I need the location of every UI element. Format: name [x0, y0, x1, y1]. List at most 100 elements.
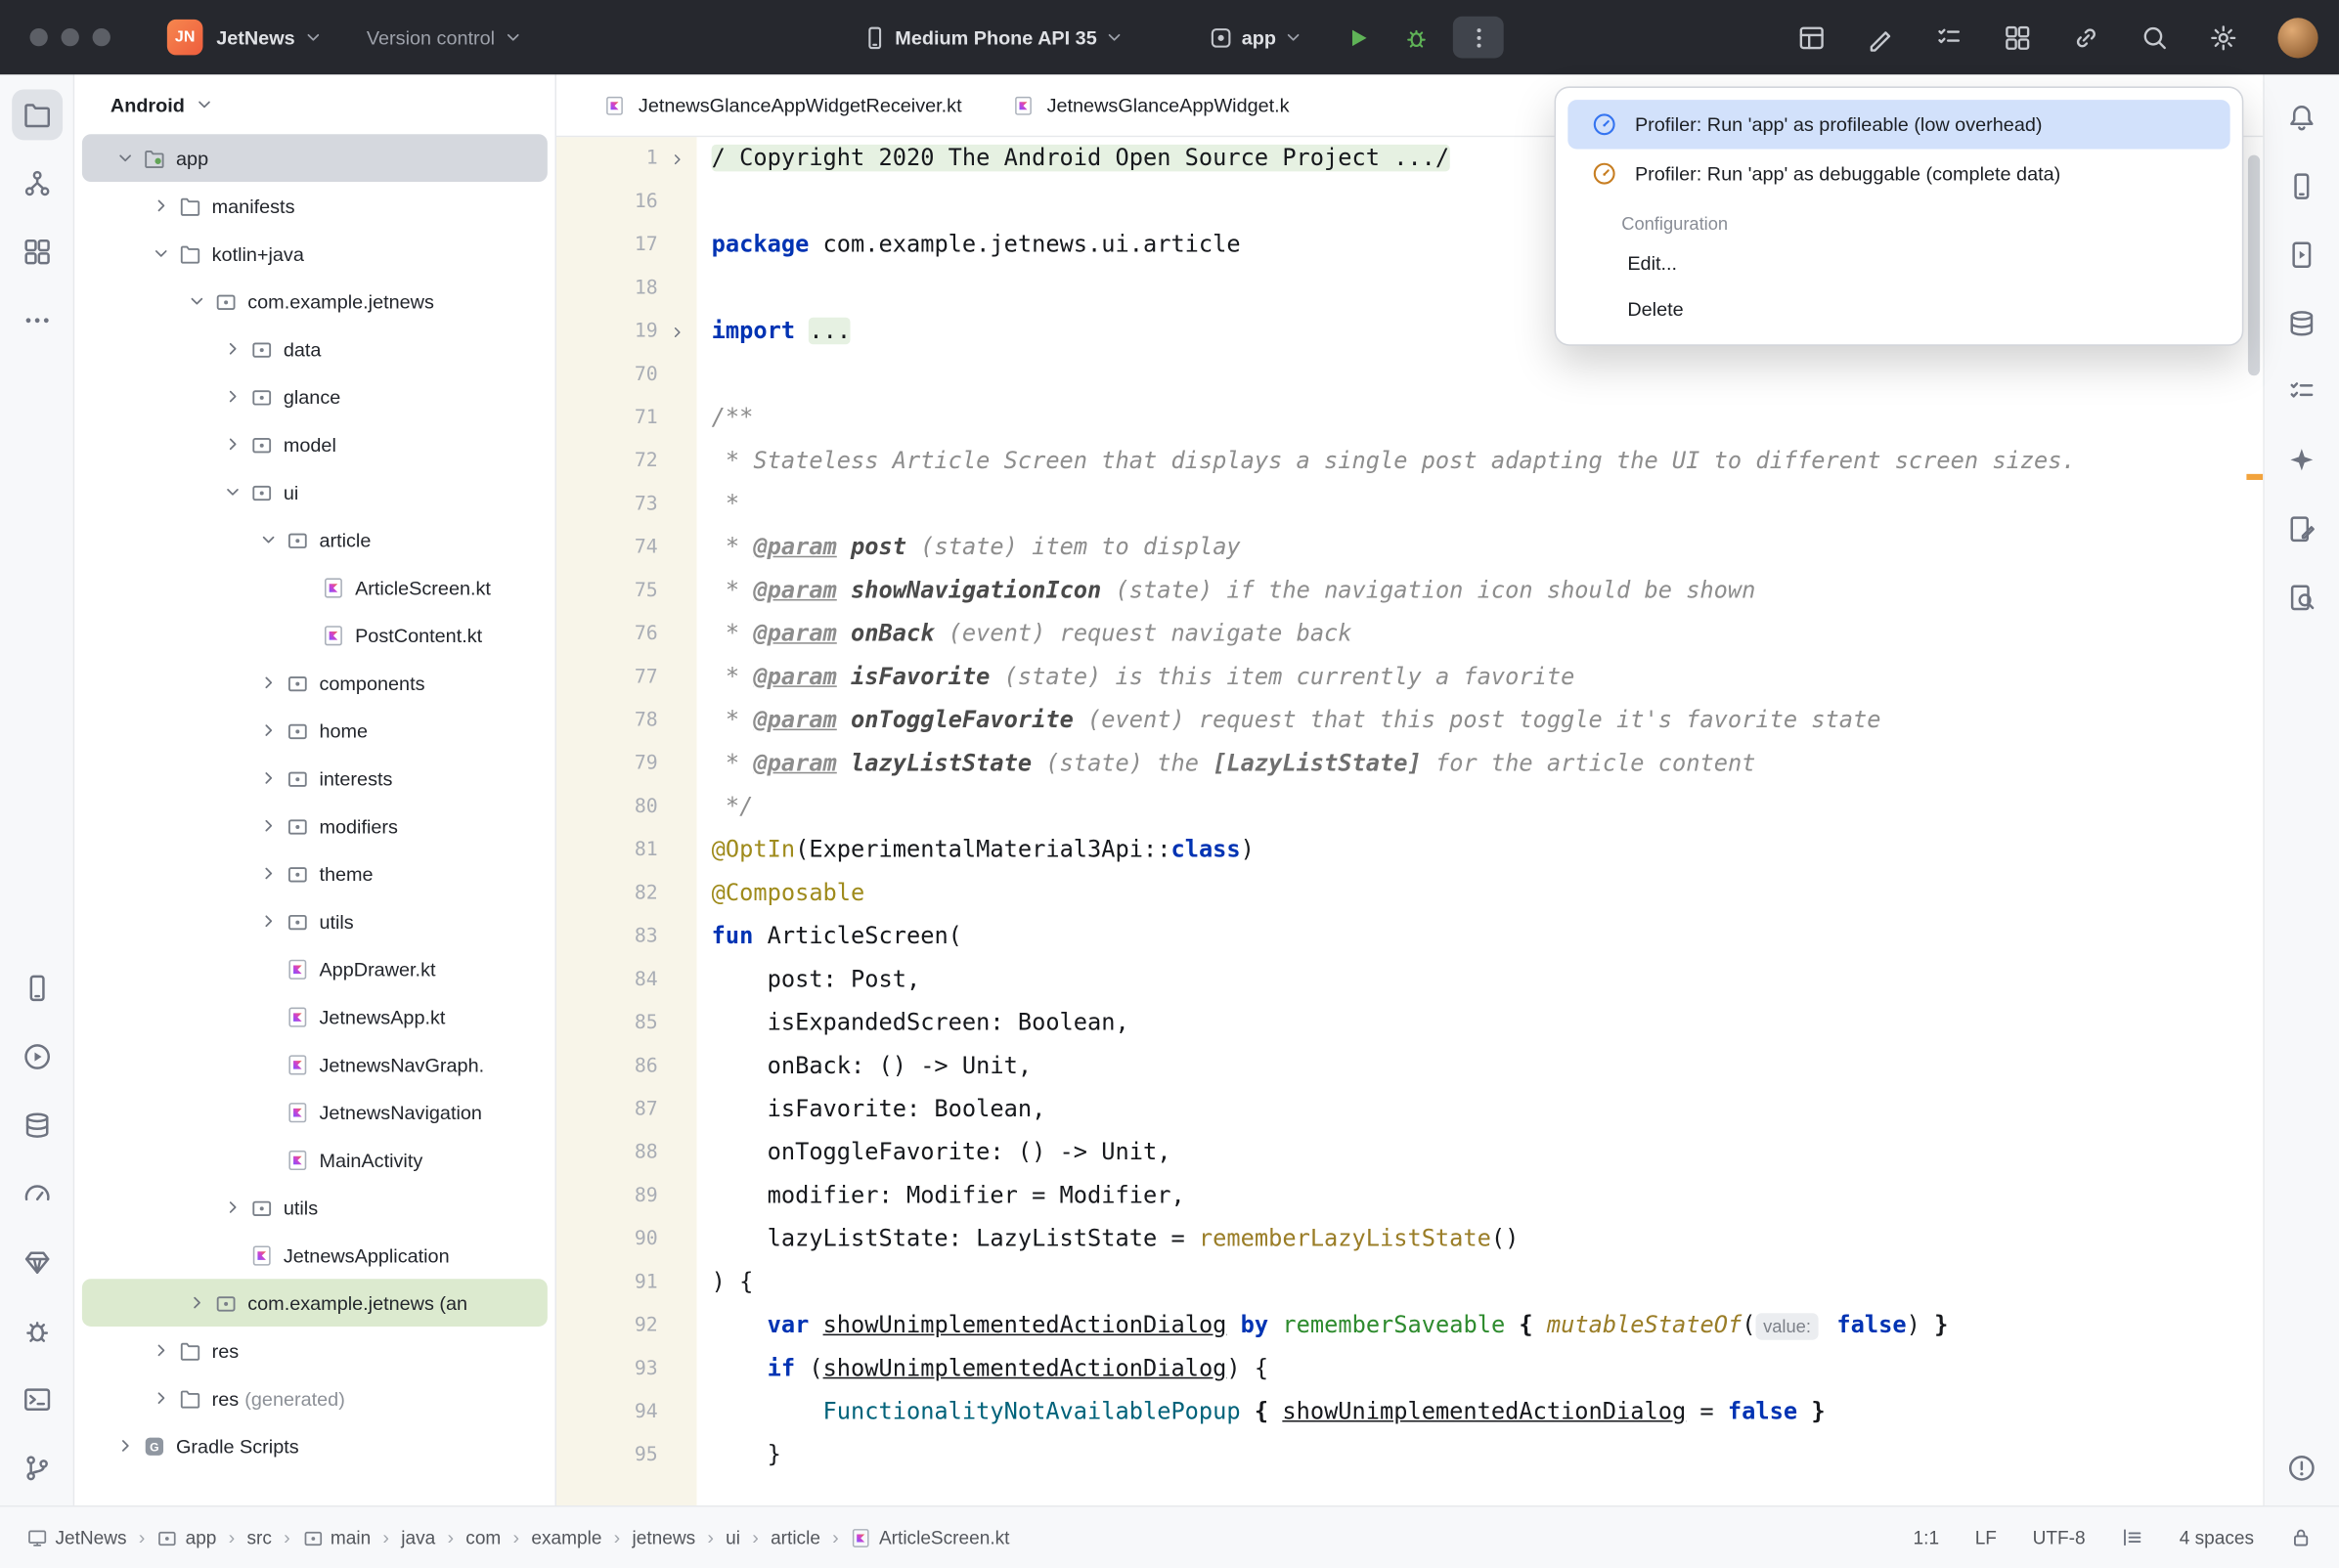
tree-item-appdrawer-kt[interactable]: AppDrawer.kt — [82, 945, 548, 993]
breadcrumb-item-java[interactable]: java — [401, 1527, 435, 1547]
tree-item-com-example-jetnews-an[interactable]: com.example.jetnews (an — [82, 1279, 548, 1327]
chevron-right-icon[interactable] — [182, 1290, 212, 1314]
chevron-right-icon[interactable] — [253, 671, 284, 694]
device-selector[interactable]: Medium Phone API 35 — [862, 24, 1125, 50]
terminal-tool-icon[interactable] — [11, 1374, 62, 1425]
notifications-icon[interactable] — [2276, 93, 2327, 144]
tree-item-jetnewsapplication[interactable]: JetnewsApplication — [82, 1231, 548, 1279]
tree-item-jetnewsnavigation[interactable]: JetnewsNavigation — [82, 1088, 548, 1136]
tree-item-res[interactable]: res(generated) — [82, 1374, 548, 1422]
breadcrumb-item-jetnews[interactable]: jetnews — [632, 1527, 695, 1547]
logcat-icon[interactable] — [2276, 367, 2327, 417]
caret-position[interactable]: 1:1 — [1914, 1527, 1940, 1547]
resource-manager-icon[interactable] — [11, 1238, 62, 1288]
breadcrumb-item-com[interactable]: com — [465, 1527, 501, 1547]
readonly-lock-icon[interactable] — [2290, 1526, 2313, 1548]
ai-assistant-icon[interactable] — [1866, 23, 1894, 52]
close-button[interactable] — [30, 28, 48, 46]
user-avatar[interactable] — [2277, 18, 2317, 58]
search-everywhere-icon[interactable] — [2140, 23, 2169, 52]
indent-style-icon[interactable] — [2121, 1526, 2143, 1548]
editor-scrollbar[interactable] — [2248, 155, 2260, 376]
tree-item-data[interactable]: data — [82, 325, 548, 372]
zoom-button[interactable] — [93, 28, 110, 46]
tree-item-model[interactable]: model — [82, 420, 548, 468]
tree-item-articlescreen-kt[interactable]: ArticleScreen.kt — [82, 563, 548, 611]
popup-item-profiler-run-app-as-debuggable-complete-[interactable]: Profiler: Run 'app' as debuggable (compl… — [1567, 149, 2229, 197]
tree-item-article[interactable]: article — [82, 516, 548, 564]
chevron-right-icon[interactable] — [253, 909, 284, 933]
line-separator[interactable]: LF — [1975, 1527, 1997, 1547]
chevron-down-icon[interactable] — [253, 528, 284, 551]
problems-icon[interactable] — [2276, 1443, 2327, 1494]
tree-item-utils[interactable]: utils — [82, 1184, 548, 1232]
structure-tool-icon[interactable] — [11, 158, 62, 209]
breadcrumb-item-app[interactable]: app — [157, 1527, 217, 1547]
tree-item-glance[interactable]: glance — [82, 372, 548, 420]
running-devices-icon[interactable] — [2276, 230, 2327, 281]
breadcrumb-item-articlescreen-kt[interactable]: ArticleScreen.kt — [851, 1527, 1010, 1547]
tree-item-ui[interactable]: ui — [82, 468, 548, 516]
database-inspector-icon[interactable] — [2276, 298, 2327, 349]
tree-item-home[interactable]: home — [82, 707, 548, 755]
device-manager-icon[interactable] — [11, 963, 62, 1014]
version-control-tool-icon[interactable] — [11, 1443, 62, 1494]
breadcrumb-item-jetnews[interactable]: JetNews — [26, 1527, 126, 1547]
tree-item-jetnewsapp-kt[interactable]: JetnewsApp.kt — [82, 992, 548, 1040]
chevron-right-icon[interactable] — [218, 337, 248, 361]
fold-toggle-icon[interactable] — [658, 310, 697, 353]
project-menu[interactable]: JetNews — [216, 26, 323, 49]
chevron-right-icon[interactable] — [146, 194, 176, 217]
project-view-selector[interactable]: Android — [74, 74, 554, 134]
more-tool-windows-icon[interactable] — [11, 295, 62, 346]
indent-size[interactable]: 4 spaces — [2180, 1527, 2254, 1547]
gemini-icon[interactable] — [2276, 435, 2327, 486]
tree-item-com-example-jetnews[interactable]: com.example.jetnews — [82, 278, 548, 326]
run-configuration-selector[interactable]: app — [1209, 24, 1304, 50]
chevron-right-icon[interactable] — [146, 1386, 176, 1410]
chevron-right-icon[interactable] — [218, 432, 248, 456]
app-inspection-icon[interactable] — [11, 1306, 62, 1357]
chevron-right-icon[interactable] — [253, 861, 284, 885]
device-mirror-icon[interactable] — [1797, 23, 1826, 52]
editor-tab-1[interactable]: JetnewsGlanceAppWidgetReceiver.kt — [577, 74, 986, 136]
tree-item-utils[interactable]: utils — [82, 897, 548, 945]
tree-item-manifests[interactable]: manifests — [82, 182, 548, 230]
breadcrumb-item-main[interactable]: main — [302, 1527, 371, 1547]
more-run-options-button[interactable] — [1454, 17, 1505, 59]
settings-icon[interactable] — [2209, 23, 2237, 52]
tree-item-components[interactable]: components — [82, 659, 548, 707]
chevron-right-icon[interactable] — [253, 719, 284, 742]
chevron-right-icon[interactable] — [253, 813, 284, 837]
chevron-right-icon[interactable] — [110, 1434, 141, 1458]
run-button[interactable] — [1346, 24, 1372, 50]
breadcrumb-item-src[interactable]: src — [246, 1527, 271, 1547]
tree-item-theme[interactable]: theme — [82, 849, 548, 897]
plugins-icon[interactable] — [2004, 23, 2032, 52]
build-variants-icon[interactable] — [11, 227, 62, 278]
chevron-down-icon[interactable] — [182, 289, 212, 313]
minimize-button[interactable] — [62, 28, 79, 46]
breadcrumb-item-example[interactable]: example — [531, 1527, 601, 1547]
tree-item-gradle-scripts[interactable]: GGradle Scripts — [82, 1422, 548, 1470]
tree-item-kotlin-java[interactable]: kotlin+java — [82, 230, 548, 278]
chevron-right-icon[interactable] — [218, 384, 248, 408]
device-explorer-icon[interactable] — [11, 1100, 62, 1151]
device-manager-icon[interactable] — [2276, 161, 2327, 212]
popup-action-delete[interactable]: Delete — [1567, 286, 2229, 332]
tree-item-app[interactable]: app — [82, 134, 548, 182]
structure-view-icon[interactable] — [1935, 23, 1964, 52]
fold-toggle-icon[interactable] — [658, 137, 697, 180]
tree-item-interests[interactable]: interests — [82, 754, 548, 802]
chevron-right-icon[interactable] — [218, 1196, 248, 1219]
find-usages-icon[interactable] — [2276, 572, 2327, 623]
file-encoding[interactable]: UTF-8 — [2033, 1527, 2086, 1547]
version-control-menu[interactable]: Version control — [367, 26, 523, 49]
tree-item-mainactivity[interactable]: MainActivity — [82, 1136, 548, 1184]
chevron-down-icon[interactable] — [146, 241, 176, 265]
popup-item-profiler-run-app-as-profileable-low-over[interactable]: Profiler: Run 'app' as profileable (low … — [1567, 100, 2229, 149]
breadcrumb-item-article[interactable]: article — [771, 1527, 820, 1547]
tree-item-res[interactable]: res — [82, 1327, 548, 1374]
debug-button[interactable] — [1404, 24, 1430, 50]
project-tool-icon[interactable] — [11, 89, 62, 140]
